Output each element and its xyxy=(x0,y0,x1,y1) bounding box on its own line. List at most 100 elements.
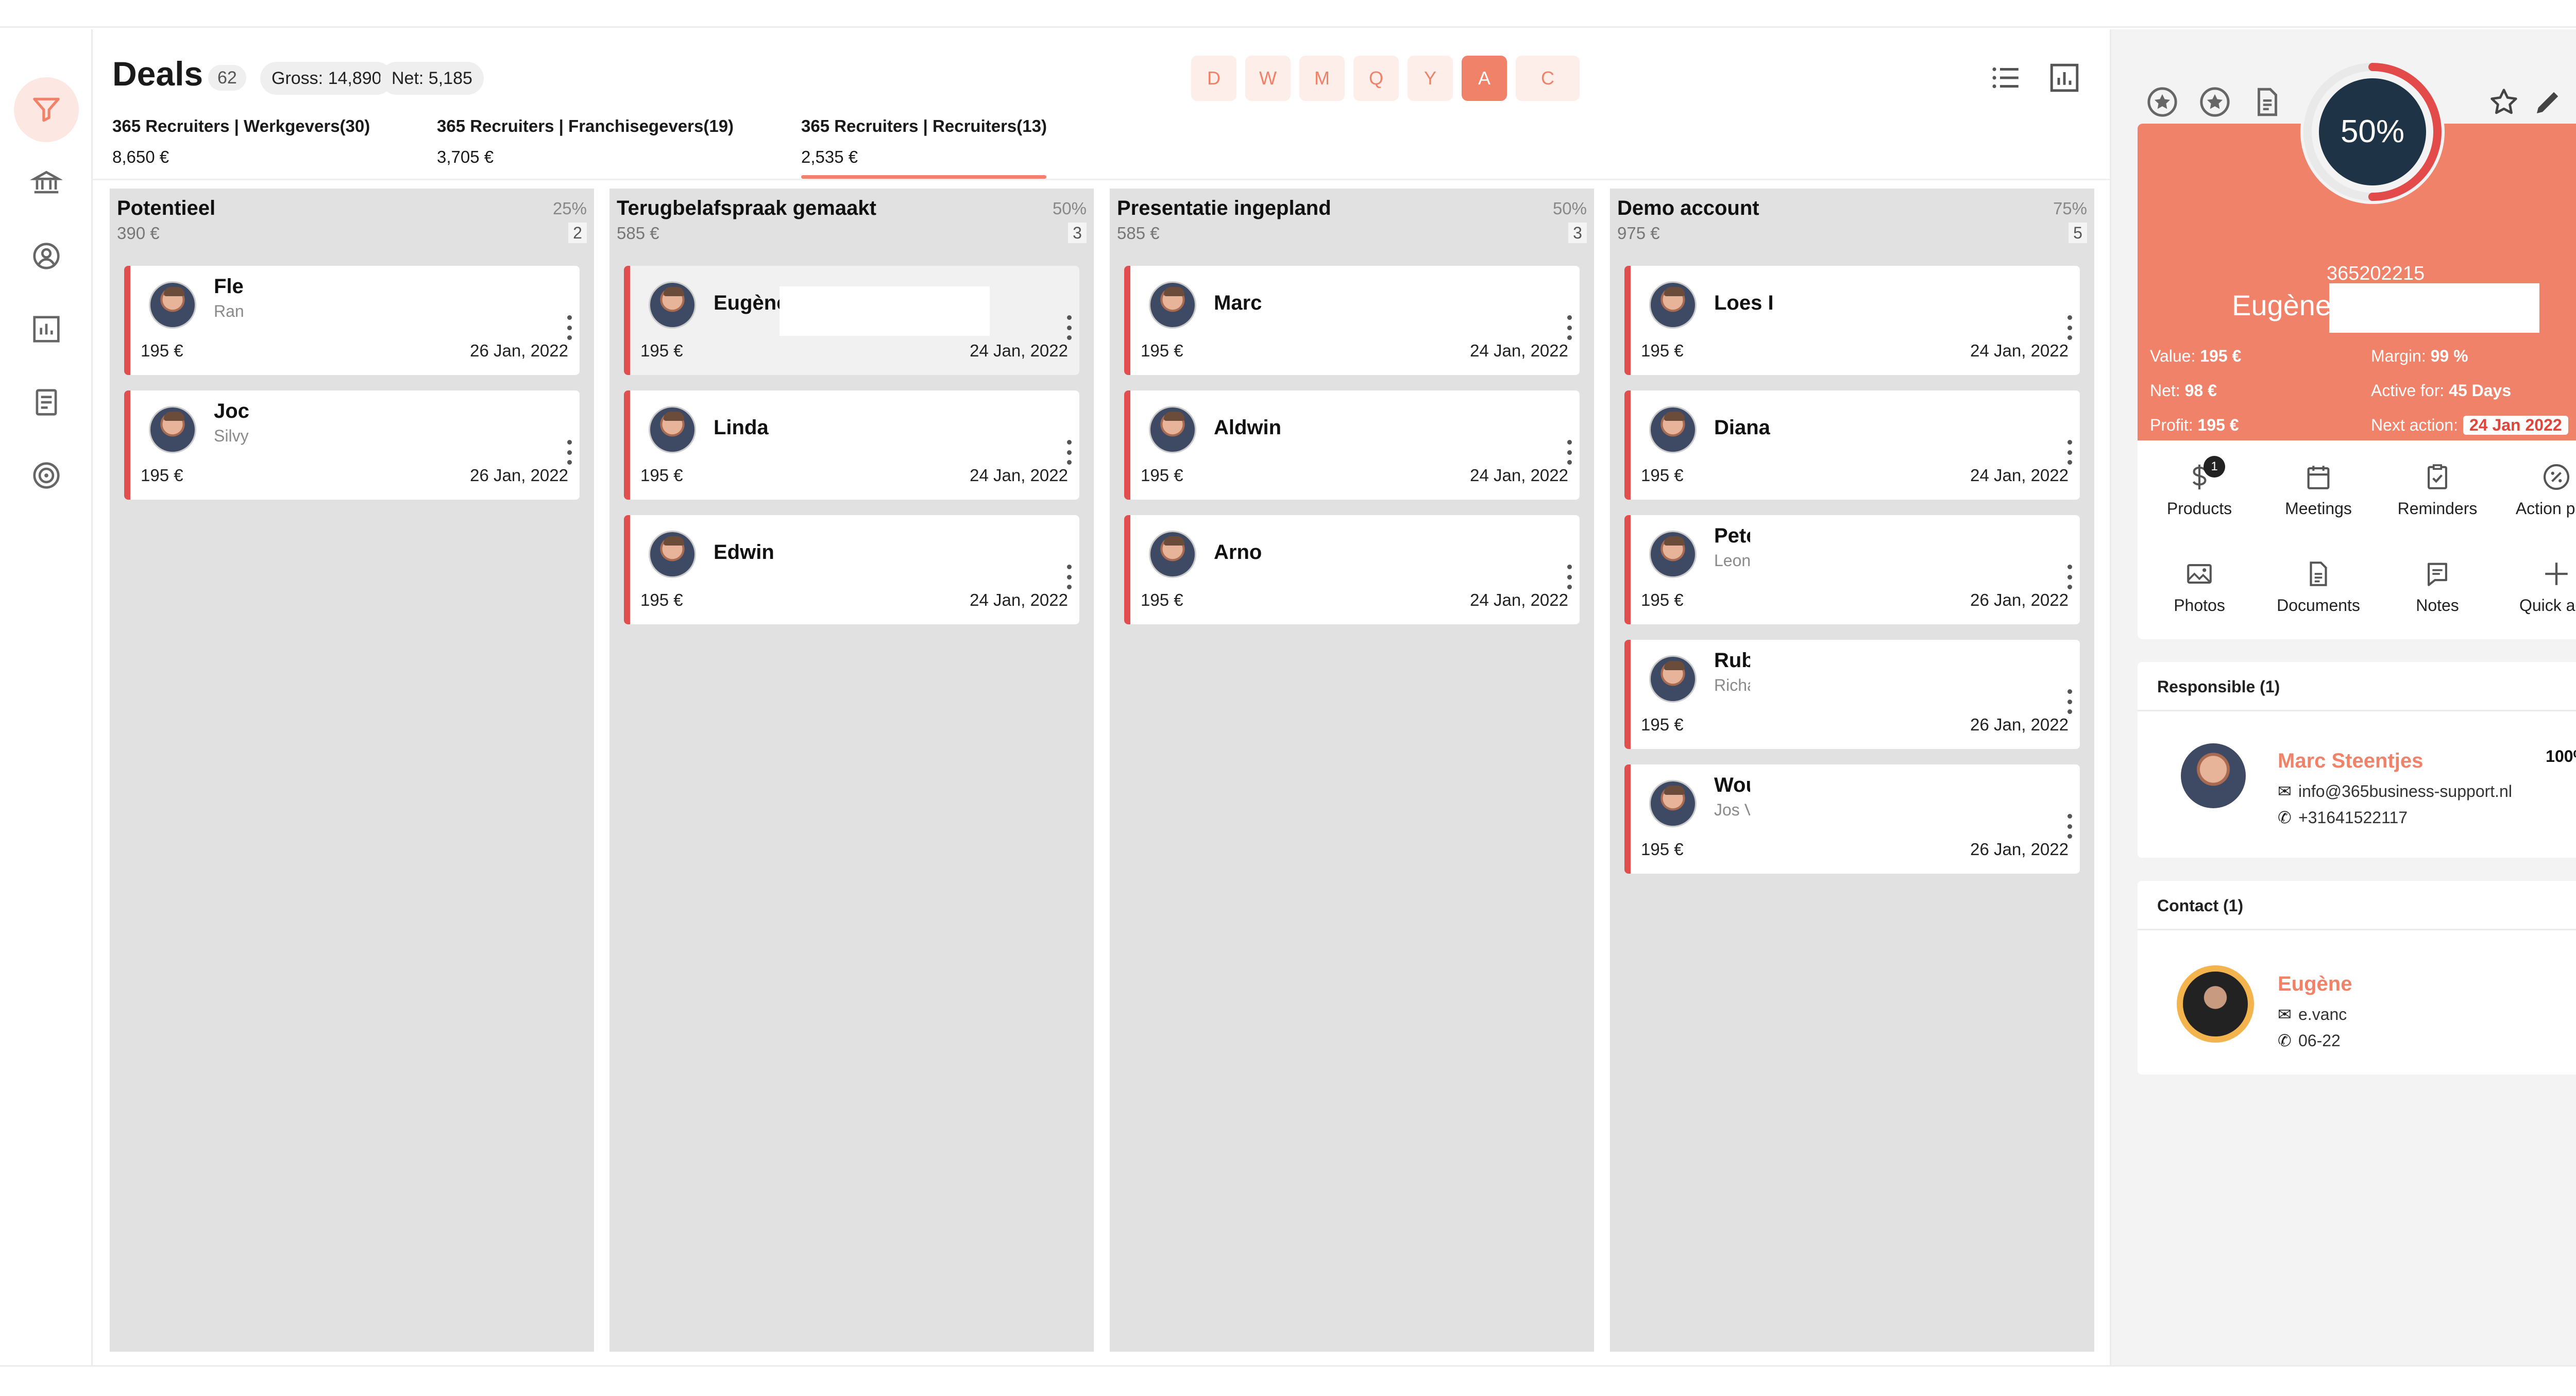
list-icon xyxy=(1992,67,2019,89)
responsible-avatar xyxy=(2181,743,2246,808)
column-title: Potentieel xyxy=(117,197,216,219)
deal-card[interactable]: Joc Silvy 195 € 26 Jan, 2022 xyxy=(124,390,580,500)
next-action-date-badge[interactable]: 24 Jan 2022 xyxy=(2463,416,2568,435)
deal-card[interactable]: Diana 195 € 24 Jan, 2022 xyxy=(1624,390,2080,500)
deal-card-date: 24 Jan, 2022 xyxy=(1470,341,1568,360)
deal-card[interactable]: Edwin 195 € 24 Jan, 2022 xyxy=(624,515,1079,624)
period-button-month[interactable]: M xyxy=(1299,56,1345,101)
stat-label: Profit: xyxy=(2150,416,2193,434)
reminders-action[interactable]: Reminders xyxy=(2381,462,2494,539)
responsible-name[interactable]: Marc Steentjes xyxy=(2278,750,2423,773)
action-plan-action[interactable]: Action plan xyxy=(2500,462,2576,539)
contact-phone: 06-22 xyxy=(2298,1031,2341,1050)
deal-card[interactable]: Marc 195 € 24 Jan, 2022 xyxy=(1124,266,1580,375)
contact-avatar xyxy=(649,281,696,329)
responsible-phone-row[interactable]: ✆ +31641522117 xyxy=(2278,808,2408,827)
deal-card-name: Eugène xyxy=(714,292,781,314)
deal-card-name: Diana xyxy=(1714,416,1770,439)
card-menu-icon[interactable] xyxy=(1563,440,1575,465)
contact-avatar xyxy=(149,281,196,329)
documents-nav-button[interactable] xyxy=(14,370,79,435)
chart-view-button[interactable] xyxy=(2047,61,2081,95)
pipeline-tab-werkgevers[interactable]: 365 Recruiters | Werkgevers(30) 8,650 € xyxy=(112,116,370,167)
period-button-quarter[interactable]: Q xyxy=(1353,56,1399,101)
meetings-action[interactable]: Meetings xyxy=(2262,462,2375,539)
deal-card[interactable]: Aldwin 195 € 24 Jan, 2022 xyxy=(1124,390,1580,500)
deal-card-value: 195 € xyxy=(1141,590,1183,609)
action-label: Products xyxy=(2166,499,2232,518)
deal-card-value: 195 € xyxy=(1141,341,1183,360)
card-menu-icon[interactable] xyxy=(2063,814,2076,839)
card-menu-icon[interactable] xyxy=(563,440,575,465)
deal-card-date: 24 Jan, 2022 xyxy=(1970,466,2069,485)
photos-action[interactable]: Photos xyxy=(2143,559,2256,636)
deal-card[interactable]: Fle Ran 195 € 26 Jan, 2022 xyxy=(124,266,580,375)
card-menu-icon[interactable] xyxy=(2063,315,2076,340)
card-menu-icon[interactable] xyxy=(2063,565,2076,589)
card-menu-icon[interactable] xyxy=(2063,689,2076,714)
card-menu-icon[interactable] xyxy=(2063,440,2076,465)
deal-card[interactable]: Rub Richa 195 € 26 Jan, 2022 xyxy=(1624,640,2080,749)
column-count: 3 xyxy=(1068,223,1087,243)
card-menu-icon[interactable] xyxy=(563,315,575,340)
plus-icon xyxy=(2545,563,2568,585)
documents-action[interactable]: Documents xyxy=(2262,559,2375,636)
pipeline-tab-recruiters[interactable]: 365 Recruiters | Recruiters(13) 2,535 € xyxy=(801,116,1047,167)
responsible-email-row[interactable]: ✉ info@365business-support.nl xyxy=(2278,781,2512,801)
goals-nav-button[interactable] xyxy=(14,443,79,508)
bank-nav-button[interactable] xyxy=(14,150,79,215)
quick-add-action[interactable]: Quick add xyxy=(2500,559,2576,636)
deal-document-button[interactable] xyxy=(2250,85,2284,119)
deals-funnel-nav-button[interactable] xyxy=(14,77,79,142)
edit-deal-button[interactable] xyxy=(2531,85,2565,119)
rate-deal-button[interactable] xyxy=(2145,85,2179,119)
file-edit-icon xyxy=(2258,88,2277,116)
card-menu-icon[interactable] xyxy=(1063,440,1075,465)
deal-card[interactable]: Loes I 195 € 24 Jan, 2022 xyxy=(1624,266,2080,375)
contact-phone-row[interactable]: ✆ 06-22 xyxy=(2278,1031,2341,1050)
column-probability: 25% xyxy=(552,199,587,218)
phone-icon: ✆ xyxy=(2278,808,2292,827)
contact-name[interactable]: Eugène xyxy=(2278,973,2352,996)
period-button-custom[interactable]: C xyxy=(1516,56,1580,101)
card-menu-icon[interactable] xyxy=(1563,315,1575,340)
reports-nav-button[interactable] xyxy=(14,297,79,362)
pipeline-tab-franchisegevers[interactable]: 365 Recruiters | Franchisegevers(19) 3,7… xyxy=(437,116,734,167)
deal-card-date: 26 Jan, 2022 xyxy=(470,466,568,485)
deal-card[interactable]: Arno 195 € 24 Jan, 2022 xyxy=(1124,515,1580,624)
period-button-all[interactable]: A xyxy=(1462,56,1507,101)
target-icon xyxy=(33,462,60,489)
contacts-nav-button[interactable] xyxy=(14,224,79,288)
phone-icon: ✆ xyxy=(2278,1031,2292,1050)
deal-card[interactable]: Peter Leonie 195 € 26 Jan, 2022 xyxy=(1624,515,2080,624)
deal-card-name: Aldwin xyxy=(1214,416,1282,439)
card-menu-icon[interactable] xyxy=(1563,565,1575,589)
deal-card[interactable]: Wou Jos V 195 € 26 Jan, 2022 xyxy=(1624,764,2080,874)
deal-card-value: 195 € xyxy=(1641,840,1684,859)
review-deal-button[interactable] xyxy=(2198,85,2232,119)
period-button-year[interactable]: Y xyxy=(1408,56,1453,101)
period-button-week[interactable]: W xyxy=(1245,56,1291,101)
deal-card[interactable]: Eugène 195 € 24 Jan, 2022 xyxy=(624,266,1079,375)
deal-margin-stat: Margin: 99 % xyxy=(2371,347,2468,366)
deal-value-stat: Value: 195 € xyxy=(2150,347,2241,366)
products-action[interactable]: 1 Products xyxy=(2143,456,2256,539)
column-header: Demo account 975 € 75% 5 xyxy=(1617,197,2087,248)
card-menu-icon[interactable] xyxy=(1063,565,1075,589)
responsible-phone: +31641522117 xyxy=(2298,808,2408,827)
deal-card-value: 195 € xyxy=(640,341,683,360)
action-label: Notes xyxy=(2416,596,2459,615)
favorite-button[interactable] xyxy=(2487,85,2521,119)
pipeline-tab-name: 365 Recruiters | Werkgevers(30) xyxy=(112,116,370,135)
notes-action[interactable]: Notes xyxy=(2381,559,2494,636)
list-view-button[interactable] xyxy=(1989,61,2023,95)
deal-profit-stat: Profit: 195 € xyxy=(2150,416,2239,435)
deal-card[interactable]: Linda 195 € 24 Jan, 2022 xyxy=(624,390,1079,500)
period-button-day[interactable]: D xyxy=(1191,56,1236,101)
contact-email-row[interactable]: ✉ e.vanc xyxy=(2278,1005,2347,1024)
bottom-bar xyxy=(0,1365,2576,1396)
contact-avatar xyxy=(1649,655,1697,703)
redacted-block xyxy=(779,286,990,336)
card-menu-icon[interactable] xyxy=(1063,315,1075,340)
contact-email: e.vanc xyxy=(2298,1005,2347,1024)
